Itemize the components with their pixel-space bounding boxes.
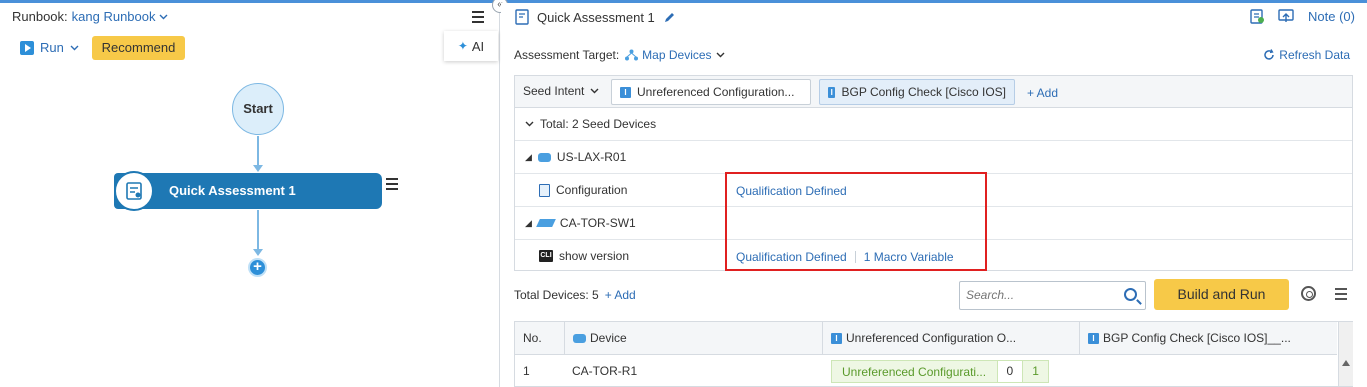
add-node-icon[interactable]: + [248,258,267,277]
quick-assessment-node[interactable]: Quick Assessment 1 [114,173,382,209]
expand-triangle-icon[interactable]: ◢ [525,152,532,163]
cli-icon: CLI [539,250,553,262]
row-number: 1 [523,364,530,378]
intent-icon: I [1088,333,1099,344]
refresh-data-button[interactable]: Refresh Data [1263,48,1350,62]
total-devices: Total Devices: 5 + Add [514,288,636,302]
intent-result-cell[interactable]: Unreferenced Configurati... 0 1 [831,360,1049,383]
assessment-node-icon [114,171,154,211]
device-name: US-LAX-R01 [556,150,627,164]
devices-table: No. Device I Unreferenced Configuration … [514,321,1353,387]
switch-icon [536,219,556,227]
flow-connector [257,210,259,250]
assessment-title: Quick Assessment 1 [537,9,655,25]
highlight-box [725,172,987,271]
ai-label: AI [471,38,485,54]
edit-pencil-icon[interactable] [663,11,676,24]
intent-tab-label: BGP Config Check [Cisco IOS] [841,85,1006,99]
result-count: 1 [1022,361,1048,382]
runbook-header: Runbook: kang Runbook [12,9,168,24]
report-icon[interactable] [1250,8,1265,24]
play-icon [20,40,34,55]
runbook-label: Runbook: [12,9,68,24]
search-input[interactable] [966,288,1116,302]
refresh-icon [1264,49,1275,60]
add-intent-link[interactable]: + Add [1027,86,1058,100]
seed-intent-label: Seed Intent [523,84,585,98]
intent-icon: I [828,86,836,98]
router-icon [537,152,551,162]
result-count: 0 [996,361,1023,382]
seed-intent-dropdown[interactable]: Seed Intent [523,84,599,98]
column-header-label: BGP Config Check [Cisco IOS]__... [1103,331,1291,345]
map-devices-dropdown[interactable]: Map Devices [625,48,725,62]
device-name: CA-TOR-SW1 [559,216,636,230]
intent-icon: I [620,86,631,98]
column-header-no[interactable]: No. [515,322,565,355]
runbook-name: kang Runbook [71,9,156,24]
assessment-panel: Quick Assessment 1 Note (0) Assessment T… [501,3,1367,387]
search-icon[interactable] [1124,288,1137,301]
chevron-down-icon [159,14,167,19]
intent-tab-label: Unreferenced Configuration... [637,85,795,99]
build-and-run-button[interactable]: Build and Run [1154,279,1289,310]
panel-menu-icon[interactable] [472,11,484,26]
run-button[interactable]: Run [20,40,79,55]
assessment-target: Assessment Target: Map Devices [514,48,725,62]
ai-button[interactable]: ✦ AI [444,31,498,61]
recommend-button[interactable]: Recommend [92,36,185,60]
gear-icon[interactable] [1301,286,1316,301]
arrow-down-icon [253,165,263,172]
seed-devices-summary-row[interactable]: Total: 2 Seed Devices [515,108,1352,141]
chevron-down-icon [70,45,79,50]
sparkle-icon: ✦ [457,39,468,53]
scrollbar[interactable] [1338,322,1353,386]
result-label: Unreferenced Configurati... [842,364,987,379]
intent-item-label: show version [559,249,630,263]
device-icon [573,334,586,343]
chevron-down-icon [716,52,725,58]
intent-table: Seed Intent I Unreferenced Configuration… [514,75,1353,271]
runbook-panel: Runbook: kang Runbook « Run Recommend ✦ … [0,0,508,387]
intent-tab-unreferenced[interactable]: I Unreferenced Configuration... [611,79,811,105]
assessment-icon [515,9,529,25]
node-menu-icon[interactable] [386,178,398,193]
run-label: Run [40,40,64,55]
assessment-top-icons: Note (0) [1250,8,1355,24]
seed-devices-total: Total: 2 Seed Devices [540,117,657,131]
scroll-up-icon[interactable] [1342,360,1350,366]
column-header-label: Unreferenced Configuration O... [846,331,1017,345]
chevron-down-icon [525,121,534,127]
total-devices-label: Total Devices: 5 [514,288,599,302]
intent-item-label: Configuration [556,183,628,197]
arrow-down-icon [253,249,263,256]
refresh-label: Refresh Data [1279,48,1350,62]
column-header-label: Device [590,331,627,345]
table-row[interactable]: 1 CA-TOR-R1 Unreferenced Configurati... … [515,356,1337,387]
row-device[interactable]: CA-TOR-R1 [572,364,637,378]
column-header-unreferenced[interactable]: I Unreferenced Configuration O... [823,322,1080,355]
column-header-bgp[interactable]: I BGP Config Check [Cisco IOS]__... [1080,322,1337,355]
flow-connector [257,136,259,166]
expand-triangle-icon[interactable]: ◢ [525,218,532,229]
config-icon [539,183,550,197]
export-icon[interactable] [1278,9,1294,23]
note-button[interactable]: Note (0) [1308,9,1355,24]
intent-tab-bgp[interactable]: I BGP Config Check [Cisco IOS] [819,79,1015,105]
device-search [959,281,1146,310]
column-header-device[interactable]: Device [565,322,823,355]
assessment-title-bar: Quick Assessment 1 [515,9,676,25]
list-menu-icon[interactable] [1335,288,1347,303]
topology-icon [625,49,639,61]
runbook-selector[interactable]: kang Runbook [72,9,168,24]
map-devices-label: Map Devices [642,48,712,62]
assessment-target-label: Assessment Target: [514,48,620,62]
intent-toolbar: Seed Intent I Unreferenced Configuration… [515,76,1352,108]
device-row[interactable]: ◢ US-LAX-R01 [515,141,1352,174]
chevron-down-icon [590,88,599,94]
start-node[interactable]: Start [232,83,284,135]
table-header: No. Device I Unreferenced Configuration … [515,322,1337,355]
intent-icon: I [831,333,842,344]
add-device-link[interactable]: + Add [605,288,636,302]
